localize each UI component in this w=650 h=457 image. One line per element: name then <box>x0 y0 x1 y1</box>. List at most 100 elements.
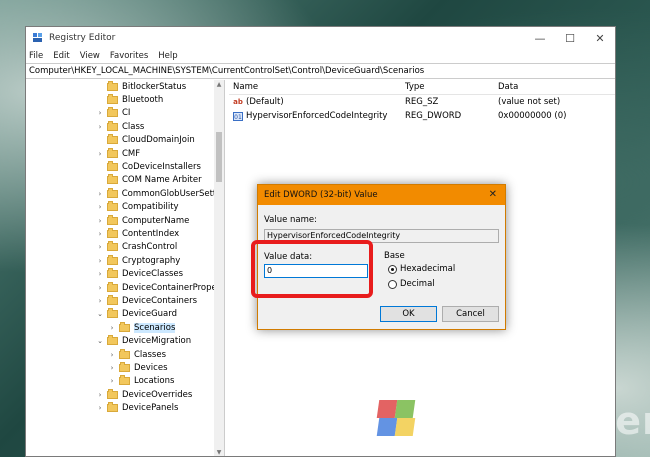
chevron-down-icon[interactable]: ⌄ <box>96 337 104 345</box>
tree-item-label: CloudDomainJoin <box>122 135 195 146</box>
chevron-right-icon[interactable]: › <box>96 203 104 211</box>
tree-item[interactable]: › Devices <box>26 361 224 374</box>
tree-item[interactable]: › ContentIndex <box>26 227 224 240</box>
tree-item-label: DeviceMigration <box>122 336 192 347</box>
folder-icon <box>119 375 130 386</box>
menu-favorites[interactable]: Favorites <box>110 51 148 61</box>
tree-item[interactable]: › CI <box>26 107 224 120</box>
dialog-close-icon[interactable]: ✕ <box>489 189 497 200</box>
value-data: (value not set) <box>498 97 561 107</box>
tree-item[interactable]: CloudDomainJoin <box>26 134 224 147</box>
ok-button[interactable]: OK <box>380 306 437 322</box>
cancel-button[interactable]: Cancel <box>442 306 499 322</box>
chevron-right-icon[interactable]: › <box>96 243 104 251</box>
chevron-right-icon[interactable]: › <box>96 391 104 399</box>
tree-item[interactable]: › CMF <box>26 147 224 160</box>
tree-item[interactable]: › Cryptography <box>26 254 224 267</box>
scroll-down-arrow-icon[interactable]: ▼ <box>214 448 224 456</box>
folder-icon <box>107 94 118 105</box>
value-row-default[interactable]: ab (Default) REG_SZ (value not set) <box>229 95 615 109</box>
scroll-up-arrow-icon[interactable]: ▲ <box>214 80 224 90</box>
value-type: REG_DWORD <box>405 111 462 121</box>
chevron-right-icon[interactable]: › <box>96 297 104 305</box>
address-bar[interactable]: Computer\HKEY_LOCAL_MACHINE\SYSTEM\Curre… <box>26 63 615 79</box>
winbuzzer-logo-icon <box>372 398 422 444</box>
chevron-down-icon[interactable]: ⌄ <box>96 310 104 318</box>
chevron-right-icon[interactable]: › <box>96 230 104 238</box>
base-label: Base <box>384 251 405 261</box>
folder-icon <box>107 254 118 265</box>
folder-icon <box>107 174 118 185</box>
chevron-right-icon[interactable]: › <box>108 377 116 385</box>
column-header-data[interactable]: Data <box>498 82 615 92</box>
chevron-right-icon[interactable]: › <box>108 324 116 332</box>
chevron-right-icon[interactable]: › <box>96 270 104 278</box>
tree-item[interactable]: › DeviceContainers <box>26 294 224 307</box>
tree-item[interactable]: › ComputerName <box>26 214 224 227</box>
chevron-right-icon[interactable]: › <box>108 351 116 359</box>
tree-item[interactable]: Bluetooth <box>26 93 224 106</box>
radio-hexadecimal[interactable]: Hexadecimal <box>388 264 455 274</box>
registry-tree: BitlockerStatus Bluetooth › CI › Class CloudDo… <box>26 80 225 456</box>
tree-item-label: DeviceOverrides <box>122 389 193 400</box>
tree-item[interactable]: CoDeviceInstallers <box>26 160 224 173</box>
tree-item-label: CommonGlobUserSettin <box>121 188 224 199</box>
radio-selected-icon <box>388 264 397 274</box>
folder-icon <box>107 134 118 145</box>
chevron-right-icon[interactable]: › <box>96 284 104 292</box>
folder-icon <box>107 268 118 279</box>
tree-item[interactable]: › CommonGlobUserSettin <box>26 187 224 200</box>
menu-file[interactable]: File <box>29 51 43 61</box>
tree-item-label: COM Name Arbiter <box>122 175 202 186</box>
tree-item[interactable]: ⌄ DeviceMigration <box>26 334 224 347</box>
chevron-right-icon[interactable]: › <box>108 364 116 372</box>
chevron-right-icon[interactable]: › <box>96 190 104 198</box>
minimize-button[interactable]: — <box>525 27 555 49</box>
column-header-type[interactable]: Type <box>405 82 498 92</box>
tree-item[interactable]: › DeviceOverrides <box>26 388 224 401</box>
chevron-right-icon[interactable]: › <box>96 109 104 117</box>
folder-icon <box>107 80 118 91</box>
folder-icon <box>107 335 118 346</box>
tree-item[interactable]: › DeviceContainerPropert <box>26 281 224 294</box>
close-button[interactable]: ✕ <box>585 27 615 49</box>
chevron-right-icon[interactable]: › <box>96 217 104 225</box>
tree-item[interactable]: › Compatibility <box>26 201 224 214</box>
folder-icon <box>107 308 118 319</box>
folder-icon <box>107 294 118 305</box>
folder-icon <box>119 348 130 359</box>
folder-icon <box>107 147 118 158</box>
registry-editor-icon <box>33 33 43 43</box>
menu-view[interactable]: View <box>80 51 100 61</box>
scrollbar-thumb[interactable] <box>216 132 222 182</box>
tree-item[interactable]: BitlockerStatus <box>26 80 224 93</box>
tree-item[interactable]: › CrashControl <box>26 241 224 254</box>
maximize-button[interactable]: ☐ <box>555 27 585 49</box>
dialog-title: Edit DWORD (32-bit) Value <box>258 185 505 205</box>
chevron-right-icon[interactable]: › <box>96 150 104 158</box>
tree-item[interactable]: › DeviceClasses <box>26 267 224 280</box>
menu-help[interactable]: Help <box>158 51 177 61</box>
menu-edit[interactable]: Edit <box>53 51 69 61</box>
tree-item[interactable]: › DevicePanels <box>26 401 224 414</box>
folder-icon <box>107 241 118 252</box>
tree-item-label: Bluetooth <box>122 95 164 106</box>
tree-item[interactable]: › Class <box>26 120 224 133</box>
tree-item[interactable]: COM Name Arbiter <box>26 174 224 187</box>
tree-item[interactable]: › Locations <box>26 375 224 388</box>
tree-item[interactable]: › Classes <box>26 348 224 361</box>
column-header-name[interactable]: Name <box>229 82 405 92</box>
chevron-right-icon[interactable]: › <box>96 123 104 131</box>
tree-item[interactable]: ⌄ DeviceGuard <box>26 308 224 321</box>
chevron-right-icon[interactable]: › <box>96 404 104 412</box>
value-name: HypervisorEnforcedCodeIntegrity <box>246 111 388 121</box>
value-type: REG_SZ <box>405 97 439 107</box>
folder-icon <box>107 201 118 212</box>
chevron-right-icon[interactable]: › <box>96 257 104 265</box>
radio-decimal[interactable]: Decimal <box>388 279 435 289</box>
value-row-hvci[interactable]: 01 HypervisorEnforcedCodeIntegrity REG_D… <box>229 109 615 123</box>
folder-icon <box>107 388 118 399</box>
menu-bar: File Edit View Favorites Help <box>26 49 615 63</box>
tree-item[interactable]: › Scenarios <box>26 321 224 334</box>
tree-scrollbar[interactable]: ▲ ▼ <box>214 80 224 456</box>
